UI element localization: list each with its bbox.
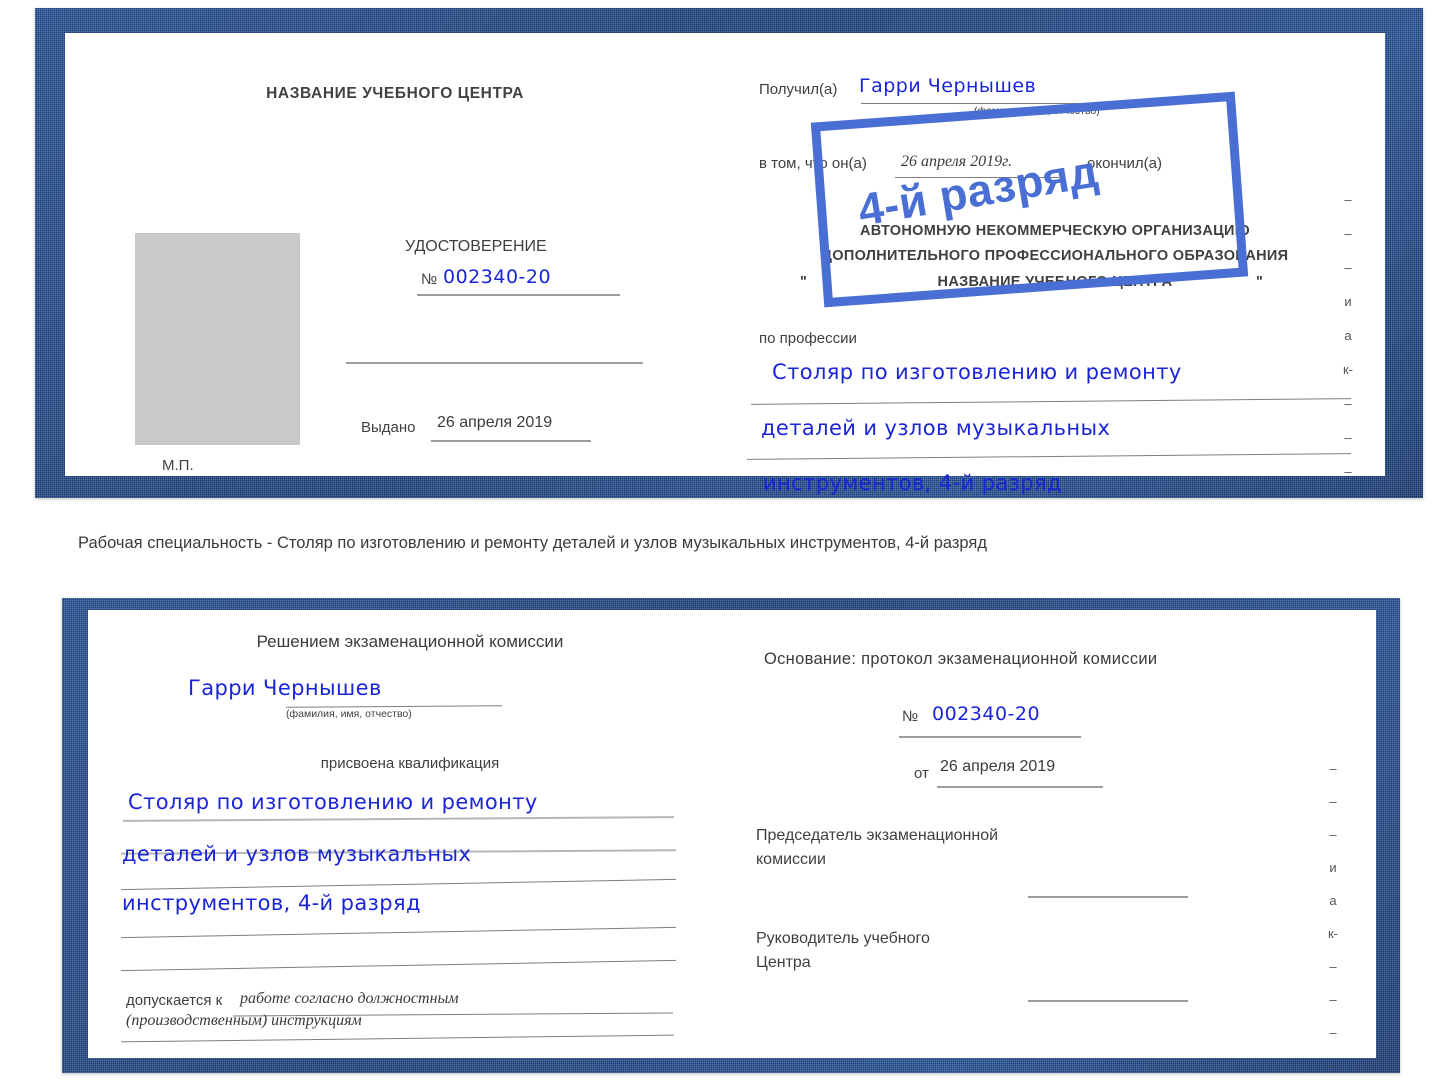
edge-fragment: – xyxy=(1344,192,1352,207)
student-name: Гарри Чернышев xyxy=(188,676,382,700)
edge-fragment: и xyxy=(1344,294,1352,309)
finished-label: окончил(а) xyxy=(1087,155,1162,172)
head-line-1: Руководитель учебного xyxy=(756,930,930,947)
qualification-rule-3 xyxy=(121,878,676,891)
issued-label: Выдано xyxy=(361,419,416,436)
qualification-rule-5 xyxy=(121,959,676,972)
profession-line-1: Столяр по изготовлению и ремонту xyxy=(772,360,1182,384)
fio-hint: (фамилия, имя, отчество) xyxy=(286,708,412,720)
edge-fragment: и xyxy=(1329,860,1337,875)
qualification-rule-1 xyxy=(122,816,675,822)
profession-line-2: деталей и узлов музыкальных xyxy=(761,416,1111,440)
edge-fragment: – xyxy=(1344,226,1352,241)
edge-fragment: – xyxy=(1329,761,1337,776)
top-certificate-pages: НАЗВАНИЕ УЧЕБНОГО ЦЕНТРА УДОСТОВЕРЕНИЕ №… xyxy=(65,33,1385,495)
bottom-right-page: Основание: протокол экзаменационной коми… xyxy=(732,610,1376,1073)
edge-fragment: – xyxy=(1329,1058,1337,1073)
edge-fragment: – xyxy=(1329,827,1337,842)
edge-fragment: – xyxy=(1329,1025,1337,1040)
basis-label: Основание: протокол экзаменационной коми… xyxy=(764,650,1158,668)
profession-rule-1 xyxy=(751,398,1351,405)
org-quote-open: " xyxy=(800,274,808,290)
certificate-number: 002340-20 xyxy=(443,266,552,288)
qualification-line-1: Столяр по изготовлению и ремонту xyxy=(128,790,538,814)
edge-fragment: – xyxy=(1344,260,1352,275)
top-certificate-booklet: НАЗВАНИЕ УЧЕБНОГО ЦЕНТРА УДОСТОВЕРЕНИЕ №… xyxy=(35,8,1423,498)
qualification-label: присвоена квалификация xyxy=(320,755,500,772)
that-label: в том, что он(а) xyxy=(759,155,867,172)
protocol-date: 26 апреля 2019 xyxy=(940,758,1056,775)
number-rule xyxy=(417,294,620,296)
photo-placeholder xyxy=(135,233,300,445)
protocol-date-rule xyxy=(937,786,1103,788)
top-left-page: НАЗВАНИЕ УЧЕБНОГО ЦЕНТРА УДОСТОВЕРЕНИЕ №… xyxy=(65,33,725,476)
admitted-value-line-2: (производственным) инструкциям xyxy=(126,1012,362,1029)
seal-label: М.П. xyxy=(162,457,194,474)
commission-decision-header: Решением экзаменационной комиссии xyxy=(256,632,564,651)
qualification-line-3: инструментов, 4-й разряд xyxy=(122,891,421,915)
edge-fragment: – xyxy=(1329,794,1337,809)
chairman-line-2: комиссии xyxy=(756,851,826,868)
profession-label: по профессии xyxy=(759,330,857,347)
edge-fragment: – xyxy=(1344,396,1352,411)
received-rule xyxy=(861,103,1121,104)
org-name: НАЗВАНИЕ УЧЕБНОГО ЦЕНТРА xyxy=(937,274,1173,290)
received-label: Получил(а) xyxy=(759,81,838,98)
head-signature-rule xyxy=(1028,1000,1188,1002)
edge-fragments-top: – – – и а к- – – – xyxy=(1339,183,1357,489)
issued-date: 26 апреля 2019 xyxy=(437,414,553,431)
profession-rule-2 xyxy=(747,453,1351,460)
edge-fragment: – xyxy=(1329,959,1337,974)
head-line-2: Центра xyxy=(756,954,811,971)
profession-line-3: инструментов, 4-й разряд xyxy=(763,471,1062,495)
protocol-number-rule xyxy=(899,736,1081,738)
from-label: от xyxy=(914,765,929,782)
top-right-page: Получил(а) Гарри Чернышев (фамилия, имя,… xyxy=(725,33,1385,495)
edge-fragment: – xyxy=(1344,464,1352,479)
issued-rule xyxy=(431,440,591,442)
admitted-label: допускается к xyxy=(126,992,223,1009)
qualification-line-2: деталей и узлов музыкальных xyxy=(122,842,472,866)
protocol-number: 002340-20 xyxy=(932,703,1041,725)
received-name: Гарри Чернышев xyxy=(859,75,1037,97)
protocol-number-sign: № xyxy=(902,708,919,725)
admitted-rule-2 xyxy=(121,1034,674,1043)
edge-fragment: а xyxy=(1329,893,1337,908)
edge-fragment: к- xyxy=(1342,362,1354,377)
blank-rule xyxy=(346,362,643,364)
edge-fragments-bottom: – – – и а к- – – – – xyxy=(1324,752,1342,1082)
edge-fragment: а xyxy=(1344,328,1352,343)
org-line-2: ДОПОЛНИТЕЛЬНОГО ПРОФЕССИОНАЛЬНОГО ОБРАЗО… xyxy=(821,248,1289,264)
chairman-signature-rule xyxy=(1028,896,1188,898)
admitted-value-line-1: работе согласно должностным xyxy=(240,990,459,1007)
org-quote-close: " xyxy=(1256,274,1264,290)
fio-hint: (фамилия, имя, отчество) xyxy=(974,105,1100,117)
qualification-rule-4 xyxy=(121,926,676,939)
udostoverenie-title: УДОСТОВЕРЕНИЕ xyxy=(405,238,547,255)
caption-text: Рабочая специальность - Столяр по изгото… xyxy=(78,534,987,552)
edge-fragment: к- xyxy=(1327,926,1339,941)
bottom-certificate-booklet: Решением экзаменационной комиссии Гарри … xyxy=(62,598,1400,1073)
bottom-certificate-pages: Решением экзаменационной комиссии Гарри … xyxy=(88,610,1376,1073)
edge-fragment: – xyxy=(1344,430,1352,445)
number-sign: № xyxy=(421,271,438,288)
training-center-header: НАЗВАНИЕ УЧЕБНОГО ЦЕНТРА xyxy=(266,85,524,102)
bottom-left-page: Решением экзаменационной комиссии Гарри … xyxy=(88,610,732,1058)
chairman-line-1: Председатель экзаменационной xyxy=(756,827,999,844)
edge-fragment: – xyxy=(1329,992,1337,1007)
